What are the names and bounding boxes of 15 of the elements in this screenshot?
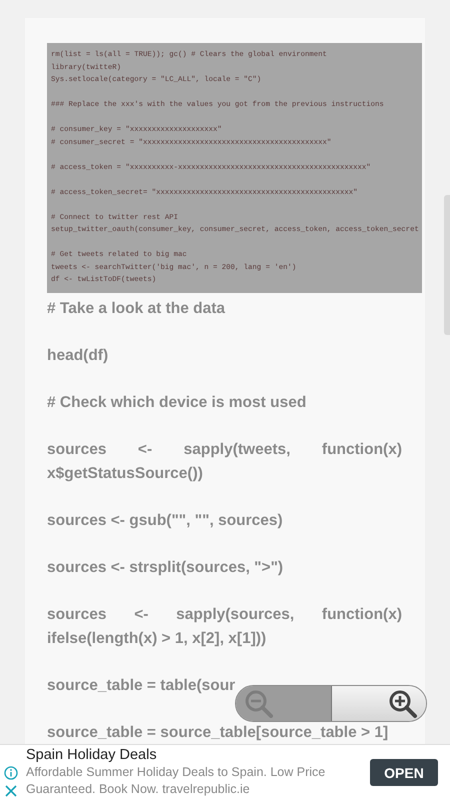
code-text: sources <- sapply(tweets, function(x) x$getStatusSource()) [47,440,402,484]
code-text: sources <- strsplit(sources, ">") [47,558,284,578]
ad-description: Affordable Summer Holiday Deals to Spain. Low Price Guaranteed. Book Now. travelrepublic.ie [26,764,326,798]
ad-title: Spain Holiday Deals [26,747,158,764]
code-text: head(df) [47,346,110,366]
code-text: sources <- gsub("", "", sources) [47,510,284,530]
code-text: sources <- sapply(sources, function(x) ifelse(length(x) > 1, x[2], x[1])) [47,604,402,648]
code-text: source_table = table(sour [47,676,236,696]
open-button[interactable]: OPEN [370,759,438,786]
code-text: # Check which device is most used [47,392,308,412]
info-icon[interactable] [4,766,18,780]
zoom-in-icon[interactable] [388,688,418,718]
code-text: source_table = source_table[source_table > 1] [47,722,390,742]
code-text: # Take a look at the data [47,298,226,318]
close-icon[interactable] [4,784,18,798]
